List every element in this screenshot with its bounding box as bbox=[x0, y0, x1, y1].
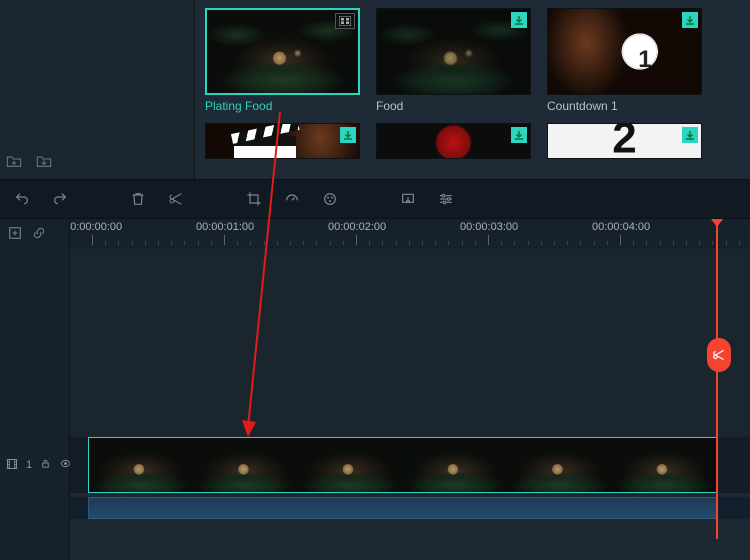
timeline-toolbar bbox=[0, 179, 750, 219]
track-id: 1 bbox=[26, 459, 32, 471]
playhead[interactable] bbox=[716, 219, 718, 539]
media-library: Plating Food Food Countdown 1 bbox=[0, 0, 750, 179]
empty-tracks-zone bbox=[70, 249, 750, 437]
media-thumb-label: Countdown 1 bbox=[547, 99, 702, 113]
ruler-label: 00:00:01:00 bbox=[196, 221, 266, 233]
export-frame-icon[interactable] bbox=[400, 191, 416, 207]
tracks-area[interactable]: Plating_Food bbox=[70, 249, 750, 560]
download-icon[interactable] bbox=[682, 12, 698, 28]
add-folder-icon[interactable] bbox=[6, 154, 22, 171]
color-icon[interactable] bbox=[322, 191, 338, 207]
download-icon[interactable] bbox=[340, 127, 356, 143]
link-icon[interactable] bbox=[32, 226, 46, 243]
download-icon[interactable] bbox=[682, 127, 698, 143]
video-track[interactable]: Plating_Food bbox=[70, 437, 750, 493]
media-thumb-clapper[interactable] bbox=[205, 123, 360, 159]
undo-icon[interactable] bbox=[14, 191, 30, 207]
ruler-label: 00:00:03:00 bbox=[460, 221, 530, 233]
media-thumb-countdown-1[interactable]: Countdown 1 bbox=[547, 8, 702, 113]
film-icon bbox=[6, 458, 18, 473]
download-icon[interactable] bbox=[511, 127, 527, 143]
media-thumb-label: Plating Food bbox=[205, 99, 360, 113]
clip-type-icon bbox=[335, 13, 355, 29]
timeline: 1 Plating_Food bbox=[0, 249, 750, 560]
track-headers: 1 bbox=[0, 249, 70, 560]
ruler-label: 00:00:00:00 bbox=[70, 221, 134, 233]
audio-clip[interactable] bbox=[88, 497, 718, 519]
download-icon[interactable] bbox=[511, 12, 527, 28]
crop-icon[interactable] bbox=[246, 191, 262, 207]
split-handle-icon[interactable] bbox=[707, 338, 731, 372]
library-grid: Plating Food Food Countdown 1 bbox=[195, 0, 750, 179]
ruler-label: 00:00:04:00 bbox=[592, 221, 662, 233]
timeline-clip-plating-food[interactable]: Plating_Food bbox=[88, 437, 718, 493]
audio-track[interactable] bbox=[70, 497, 750, 519]
video-track-header[interactable]: 1 bbox=[0, 437, 69, 493]
time-ruler[interactable]: 00:00:00:00 00:00:01:00 00:00:02:00 00:00:0… bbox=[70, 219, 750, 249]
media-thumb-label: Food bbox=[376, 99, 531, 113]
add-track-icon[interactable] bbox=[8, 226, 22, 243]
delete-icon[interactable] bbox=[130, 191, 146, 207]
settings-icon[interactable] bbox=[438, 191, 454, 207]
library-sidebar bbox=[0, 0, 195, 179]
import-folder-icon[interactable] bbox=[36, 154, 52, 171]
media-thumb-plating-food[interactable]: Plating Food bbox=[205, 8, 360, 113]
media-thumb-red-dial[interactable] bbox=[376, 123, 531, 159]
redo-icon[interactable] bbox=[52, 191, 68, 207]
ruler-label: 00:00:02:00 bbox=[328, 221, 398, 233]
speed-icon[interactable] bbox=[284, 191, 300, 207]
ruler-row: 00:00:00:00 00:00:01:00 00:00:02:00 00:00:0… bbox=[0, 219, 750, 249]
lock-icon[interactable] bbox=[40, 458, 51, 472]
cut-icon[interactable] bbox=[168, 191, 184, 207]
media-thumb-food[interactable]: Food bbox=[376, 8, 531, 113]
media-thumb-white-2[interactable] bbox=[547, 123, 702, 159]
